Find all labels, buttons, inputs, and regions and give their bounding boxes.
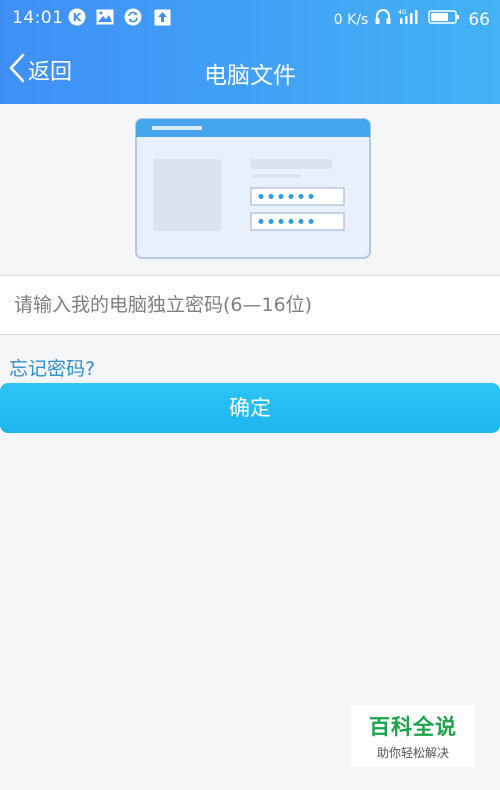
svg-text:4G: 4G xyxy=(398,9,407,16)
confirm-button[interactable]: 确定 xyxy=(0,383,500,433)
k-app-icon: K xyxy=(68,8,86,26)
sync-icon xyxy=(124,8,142,26)
status-time: 14:01 xyxy=(12,8,64,28)
page-title: 电脑文件 xyxy=(204,63,296,89)
status-right: 0 K/s 4G 66 xyxy=(334,8,490,31)
signal-icon: 4G xyxy=(398,8,422,31)
battery-level: 66 xyxy=(468,9,490,30)
status-bar: 14:01 K 0 K/s 4G 66 xyxy=(0,0,500,36)
svg-text:K: K xyxy=(73,11,82,24)
watermark-title: 百科全说 xyxy=(369,715,457,739)
password-input[interactable] xyxy=(0,276,500,334)
watermark-logo: 百科全说 助你轻松解决 xyxy=(351,705,475,767)
nav-bar: 返回 电脑文件 xyxy=(0,36,500,104)
forgot-password-link[interactable]: 忘记密码? xyxy=(9,354,95,381)
battery-icon xyxy=(428,9,460,30)
upload-icon xyxy=(153,8,171,26)
computer-window-illustration xyxy=(135,118,371,259)
image-icon xyxy=(96,8,114,26)
network-speed: 0 K/s xyxy=(333,11,369,28)
headphone-icon xyxy=(374,8,392,31)
watermark-subtitle: 助你轻松解决 xyxy=(376,746,449,760)
password-field-container xyxy=(0,275,500,335)
